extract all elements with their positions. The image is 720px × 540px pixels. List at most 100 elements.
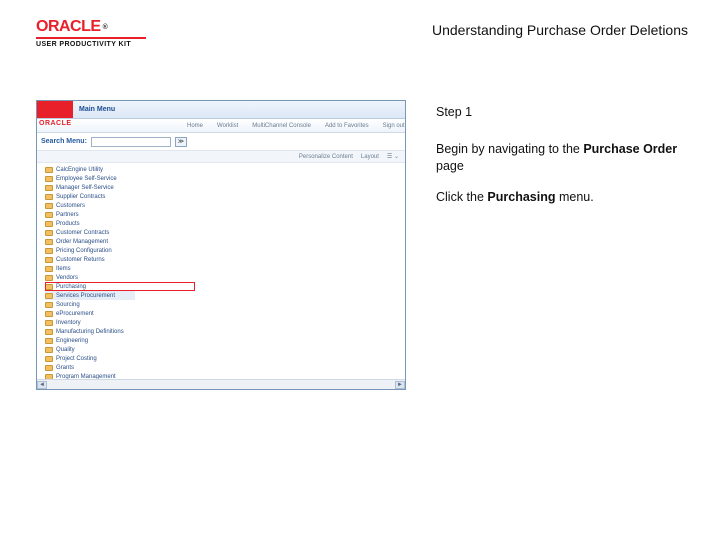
content-bar-item[interactable]: ☰ ⌄: [387, 153, 399, 160]
tree-item[interactable]: Customer Returns: [45, 255, 405, 264]
screenshot-brandbar: [37, 101, 73, 118]
tree-item-label: Supplier Contracts: [56, 194, 105, 200]
tree-item-label: Vendors: [56, 275, 78, 281]
screenshot-tab[interactable]: Add to Favorites: [325, 123, 369, 129]
tree-item[interactable]: Project Costing: [45, 354, 405, 363]
tree-item-label: Grants: [56, 365, 74, 371]
tree-item[interactable]: Inventory: [45, 318, 405, 327]
screenshot-scrollbar[interactable]: ◄ ►: [37, 379, 405, 389]
search-menu-label: Search Menu:: [41, 138, 87, 145]
folder-icon: [45, 302, 53, 308]
content-bar-item[interactable]: Personalize Content: [299, 154, 353, 160]
oracle-logo-tm: ®: [103, 24, 108, 31]
folder-icon: [45, 212, 53, 218]
oracle-logo-block: ORACLE® USER PRODUCTIVITY KIT: [36, 18, 156, 48]
folder-icon: [45, 356, 53, 362]
folder-icon: [45, 320, 53, 326]
folder-icon: [45, 275, 53, 281]
tree-item[interactable]: Pricing Configuration: [45, 246, 405, 255]
tree-item-label: Engineering: [56, 338, 88, 344]
tree-item[interactable]: Engineering: [45, 336, 405, 345]
tree-item[interactable]: Customers: [45, 201, 405, 210]
folder-icon: [45, 284, 53, 290]
content-bar-item[interactable]: Layout: [361, 154, 379, 160]
tree-item-label: Manager Self-Service: [56, 185, 114, 191]
tree-item[interactable]: Products: [45, 219, 405, 228]
intro-bold: Purchase Order: [583, 142, 677, 156]
tree-item-label: Order Management: [56, 239, 108, 245]
tree-item[interactable]: CalcEngine Utility: [45, 165, 405, 174]
tree-item[interactable]: Vendors: [45, 273, 405, 282]
tree-item-purchasing[interactable]: Purchasing: [45, 282, 195, 291]
screenshot-search-row: Search Menu: ≫: [37, 133, 405, 151]
tree-item[interactable]: Supplier Contracts: [45, 192, 405, 201]
search-go-button[interactable]: ≫: [175, 137, 187, 147]
screenshot-tree: CalcEngine Utility Employee Self-Service M…: [37, 163, 405, 379]
screenshot-tab[interactable]: Home: [187, 123, 203, 129]
tree-item-label: Customer Returns: [56, 257, 105, 263]
action-bold: Purchasing: [487, 190, 555, 204]
screenshot-tab[interactable]: Sign out: [383, 123, 405, 129]
folder-icon: [45, 230, 53, 236]
tree-item-label: Customer Contracts: [56, 230, 109, 236]
instruction-line-1: Begin by navigating to the Purchase Orde…: [436, 141, 690, 175]
tree-item-label: eProcurement: [56, 311, 94, 317]
folder-icon: [45, 221, 53, 227]
oracle-logo-text: ORACLE: [36, 18, 101, 36]
tree-item-label: CalcEngine Utility: [56, 167, 103, 173]
folder-icon: [45, 167, 53, 173]
tree-item[interactable]: Manufacturing Definitions: [45, 327, 405, 336]
tree-item-label: Pricing Configuration: [56, 248, 112, 254]
folder-icon: [45, 338, 53, 344]
tree-item[interactable]: Manager Self-Service: [45, 183, 405, 192]
main-menu-label[interactable]: Main Menu: [79, 106, 115, 113]
scroll-left-icon[interactable]: ◄: [37, 381, 47, 389]
screenshot-topbar: Main Menu: [37, 101, 405, 119]
tree-item-label: Purchasing: [56, 284, 86, 290]
app-screenshot: Main Menu Home Worklist MultiChannel Conso…: [36, 100, 406, 390]
folder-icon: [45, 203, 53, 209]
folder-icon: [45, 311, 53, 317]
tree-item[interactable]: Customer Contracts: [45, 228, 405, 237]
tree-item-label: Customers: [56, 203, 85, 209]
folder-icon: [45, 185, 53, 191]
tree-item-label: Items: [56, 266, 71, 272]
intro-suffix: page: [436, 159, 464, 173]
folder-icon: [45, 239, 53, 245]
action-prefix: Click the: [436, 190, 487, 204]
tree-item[interactable]: Order Management: [45, 237, 405, 246]
tree-item[interactable]: Services Procurement: [45, 291, 135, 300]
tree-item[interactable]: eProcurement: [45, 309, 405, 318]
tree-item[interactable]: Grants: [45, 363, 405, 372]
tree-item-label: Employee Self-Service: [56, 176, 117, 182]
screenshot-tab[interactable]: Worklist: [217, 123, 238, 129]
instructions-panel: Step 1 Begin by navigating to the Purcha…: [436, 100, 690, 390]
search-input[interactable]: [91, 137, 171, 147]
folder-icon: [45, 329, 53, 335]
action-suffix: menu.: [555, 190, 593, 204]
tree-item[interactable]: Partners: [45, 210, 405, 219]
folder-icon: [45, 347, 53, 353]
screenshot-side-brand: ORACLE: [39, 120, 72, 127]
folder-icon: [45, 365, 53, 371]
tree-item-label: Inventory: [56, 320, 81, 326]
tree-item[interactable]: Items: [45, 264, 405, 273]
tree-item-label: Sourcing: [56, 302, 80, 308]
tree-item[interactable]: Employee Self-Service: [45, 174, 405, 183]
folder-icon: [45, 293, 53, 299]
oracle-logo: ORACLE®: [36, 18, 156, 36]
logo-divider: [36, 37, 146, 39]
upk-subtitle: USER PRODUCTIVITY KIT: [36, 41, 156, 48]
folder-icon: [45, 176, 53, 182]
tree-item[interactable]: Program Management: [45, 372, 405, 379]
tree-item[interactable]: Sourcing: [45, 300, 405, 309]
tree-item-label: Services Procurement: [56, 293, 115, 299]
screenshot-tab[interactable]: MultiChannel Console: [252, 123, 311, 129]
folder-icon: [45, 266, 53, 272]
intro-prefix: Begin by navigating to the: [436, 142, 583, 156]
scroll-right-icon[interactable]: ►: [395, 381, 405, 389]
tree-item[interactable]: Quality: [45, 345, 405, 354]
folder-icon: [45, 194, 53, 200]
tree-item-label: Partners: [56, 212, 79, 218]
screenshot-content-bar: Personalize Content Layout ☰ ⌄: [37, 151, 405, 163]
